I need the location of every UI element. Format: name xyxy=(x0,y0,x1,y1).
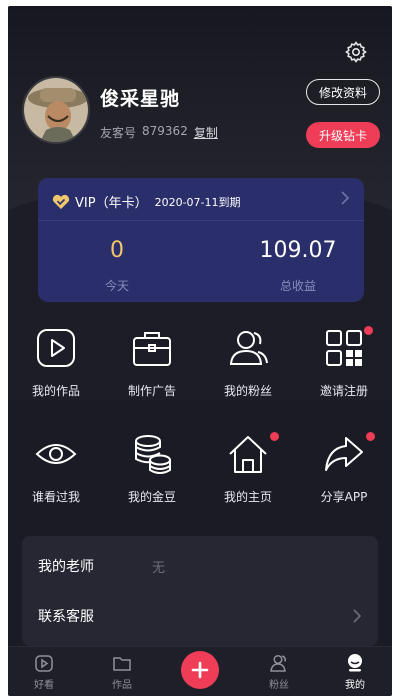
coins-icon xyxy=(135,435,171,474)
tab-works[interactable]: 作品 xyxy=(97,653,147,691)
copy-link[interactable]: 复制 xyxy=(194,124,218,141)
vip-card[interactable]: VIP（年卡） 2020-07-11到期 0 今天 109.07 总收益 xyxy=(38,178,364,302)
teacher-value: 无 xyxy=(152,560,166,576)
notification-dot xyxy=(364,326,373,335)
tab-me[interactable]: 我的 xyxy=(330,653,380,691)
create-plus-button[interactable] xyxy=(181,651,219,689)
settings-gear-icon[interactable] xyxy=(344,40,368,64)
users-icon xyxy=(229,331,268,365)
bottom-tab-bar: 好看 作品 粉丝 我的 xyxy=(8,646,392,696)
menu-label: 邀请注册 xyxy=(319,384,368,398)
menu-label: 我的金豆 xyxy=(127,490,176,504)
total-label: 总收益 xyxy=(279,279,316,293)
chevron-right-icon xyxy=(353,609,362,623)
teacher-label: 我的老师 xyxy=(38,559,94,575)
tab-label: 好看 xyxy=(34,680,54,691)
tab-label: 我的 xyxy=(345,680,365,691)
app-screen: 俊采星驰 友客号 879362 复制 修改资料 升级钻卡 VIP（年卡） 202… xyxy=(8,6,392,696)
menu-my-homepage[interactable]: 我的主页 xyxy=(200,432,296,522)
edit-profile-button[interactable]: 修改资料 xyxy=(306,79,380,105)
username: 俊采星驰 xyxy=(100,88,181,110)
list-item-customer-service[interactable]: 联系客服 xyxy=(22,592,378,640)
eye-icon xyxy=(35,444,77,464)
notification-dot xyxy=(270,432,279,441)
home-icon xyxy=(229,436,267,473)
menu-gold-beans[interactable]: 我的金豆 xyxy=(104,432,200,522)
tab-label: 粉丝 xyxy=(269,680,289,691)
stat-total-earnings: 109.07 总收益 xyxy=(248,238,348,294)
upgrade-button[interactable]: 升级钻卡 xyxy=(306,122,380,148)
menu-label: 我的主页 xyxy=(223,490,272,504)
uid-label: 友客号 xyxy=(100,126,137,140)
plus-icon xyxy=(191,661,209,679)
menu-invite[interactable]: 邀请注册 xyxy=(296,326,392,416)
menu-label: 分享APP xyxy=(320,490,368,504)
today-value: 0 xyxy=(110,238,124,263)
today-label: 今天 xyxy=(104,279,129,293)
tab-label: 作品 xyxy=(112,680,132,691)
me-icon xyxy=(348,654,362,672)
play-tab-icon xyxy=(35,655,53,672)
menu-label: 制作广告 xyxy=(127,384,176,398)
menu-make-ad[interactable]: 制作广告 xyxy=(104,326,200,416)
menu-my-works[interactable]: 我的作品 xyxy=(8,326,104,416)
menu-label: 我的作品 xyxy=(31,384,80,398)
menu-share-app[interactable]: 分享APP xyxy=(296,432,392,522)
menu-label: 我的粉丝 xyxy=(223,384,272,398)
menu-label: 谁看过我 xyxy=(31,490,80,504)
info-list: 我的老师 无 联系客服 xyxy=(22,536,378,646)
service-label: 联系客服 xyxy=(38,609,94,625)
notification-dot xyxy=(366,432,375,441)
tab-haokan[interactable]: 好看 xyxy=(19,653,69,691)
menu-who-viewed[interactable]: 谁看过我 xyxy=(8,432,104,522)
share-icon xyxy=(325,437,363,471)
vip-expiry: 2020-07-11到期 xyxy=(154,195,241,209)
menu-my-fans[interactable]: 我的粉丝 xyxy=(200,326,296,416)
chevron-right-icon xyxy=(341,191,350,205)
tab-fans[interactable]: 粉丝 xyxy=(254,653,304,691)
avatar[interactable] xyxy=(22,76,90,144)
vip-header: VIP（年卡） 2020-07-11到期 xyxy=(52,192,241,211)
stat-today: 0 今天 xyxy=(82,238,152,294)
vip-label: VIP（年卡） xyxy=(75,196,148,211)
qrcode-icon xyxy=(326,330,362,366)
list-item-teacher[interactable]: 我的老师 无 xyxy=(22,542,378,590)
uid-row: 友客号 879362 复制 xyxy=(100,124,218,141)
play-square-icon xyxy=(37,329,75,367)
total-value: 109.07 xyxy=(259,238,337,263)
divider xyxy=(38,220,364,221)
folder-icon xyxy=(113,657,131,671)
uid-value: 879362 xyxy=(142,124,188,138)
fans-icon xyxy=(270,654,286,672)
briefcase-icon xyxy=(133,332,171,366)
vip-heart-icon xyxy=(52,194,70,209)
